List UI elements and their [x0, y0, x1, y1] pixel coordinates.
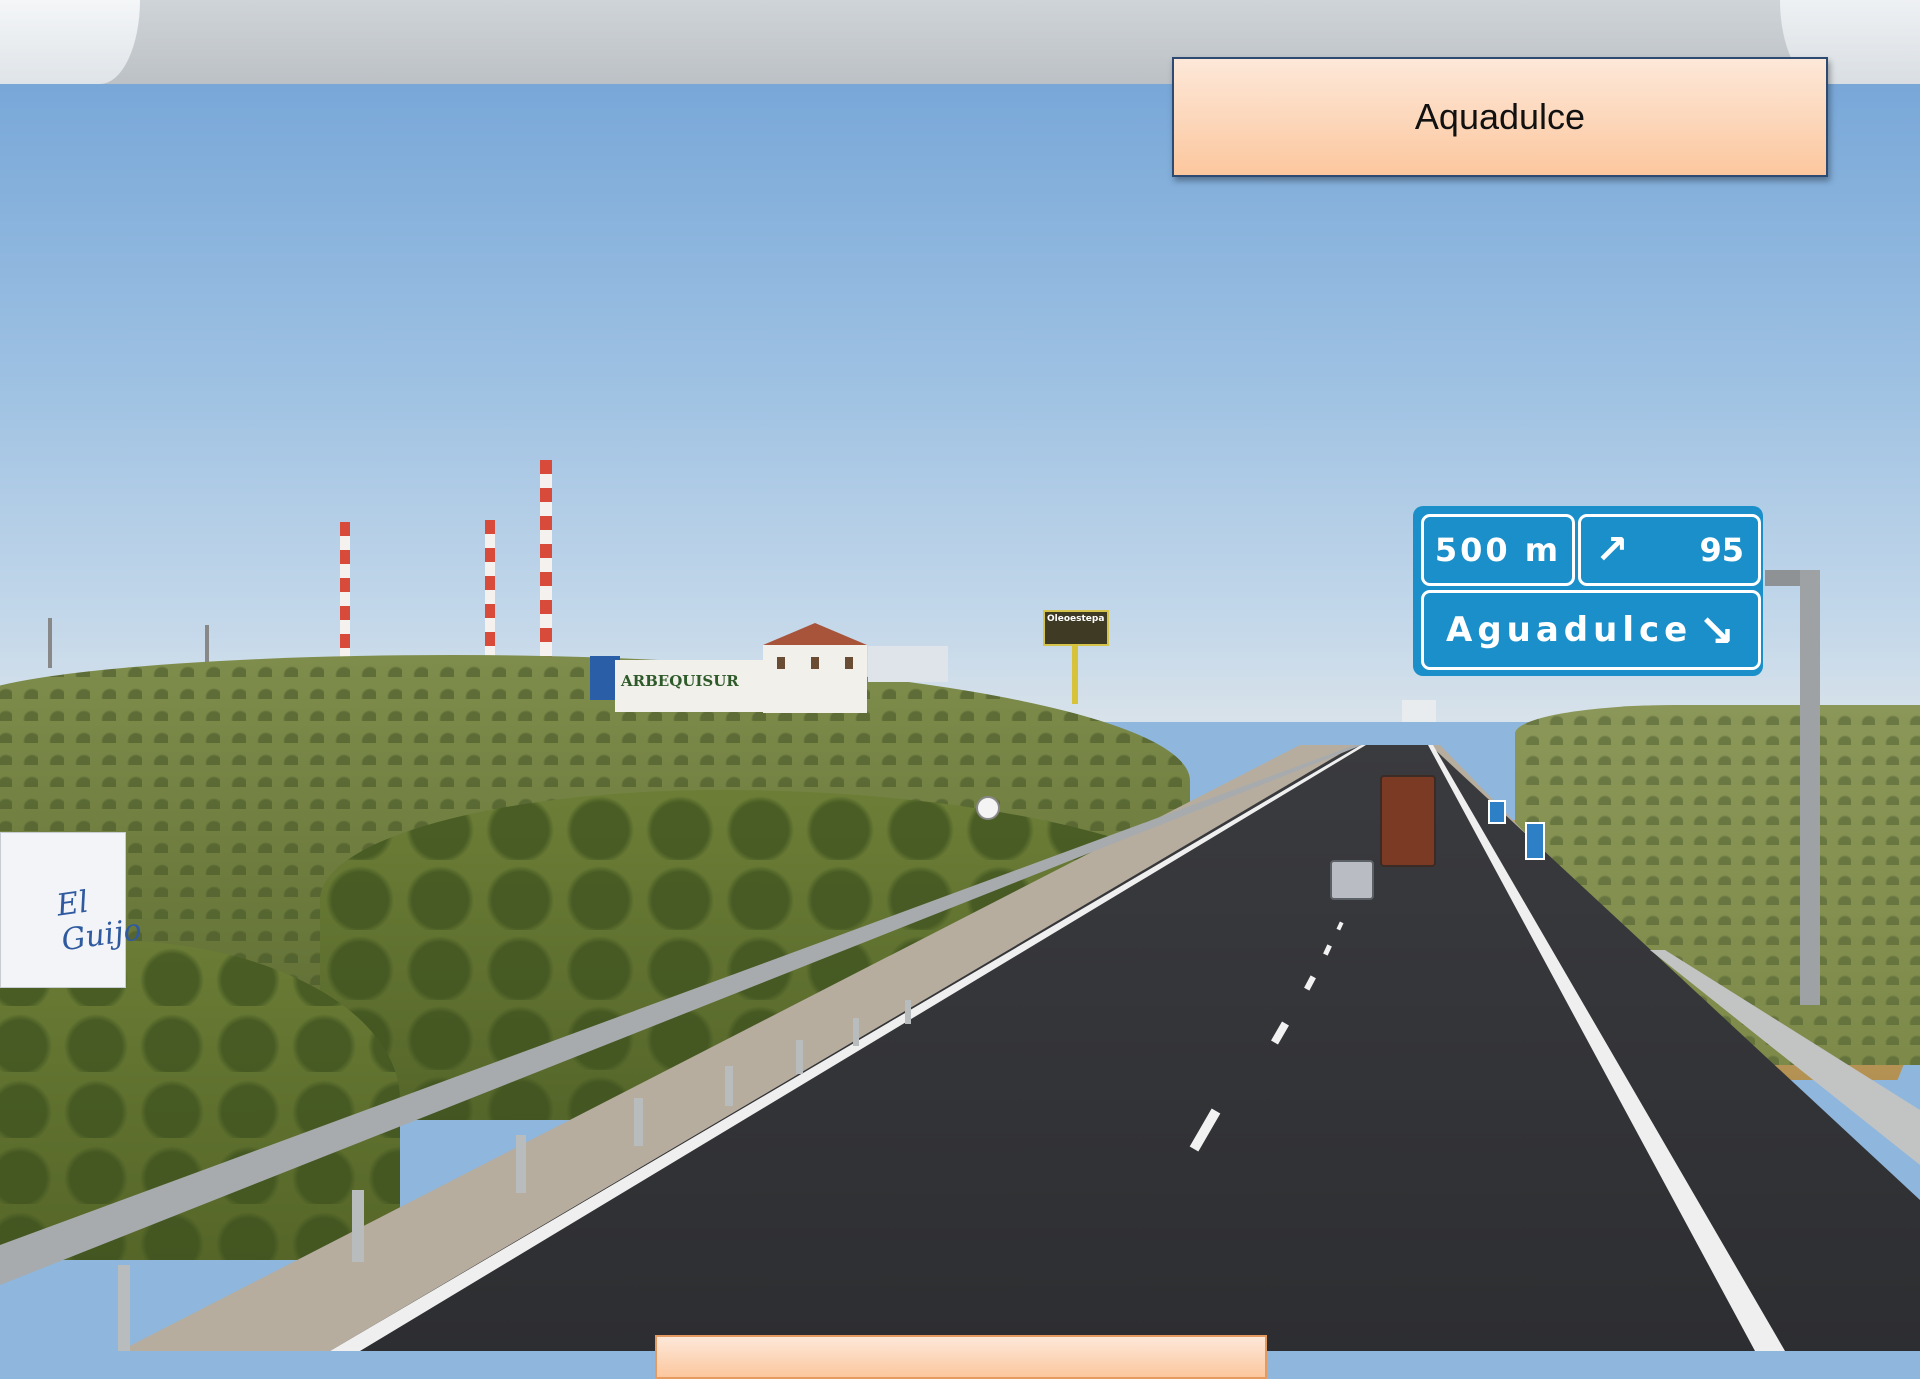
building-sign: ARBEQUISUR	[621, 672, 739, 690]
highway-exit-sign: 500 m ↗ 95 Aguadulce ↘	[1413, 506, 1763, 676]
arrow-down-right-icon: ↘	[1698, 606, 1740, 657]
exit-number-panel: ↗ 95	[1578, 514, 1761, 586]
caption-label: Aquadulce	[1414, 96, 1586, 137]
sign-pole	[1800, 570, 1820, 1005]
truck-brand: El Guijo	[54, 884, 144, 959]
exit-destination-panel: Aguadulce ↘	[1421, 590, 1761, 670]
exit-ramp-icon: ↗	[1595, 527, 1629, 573]
exit-destination: Aguadulce	[1446, 610, 1693, 650]
factory-building: ARBEQUISUR	[615, 660, 765, 712]
exit-distance: 500 m	[1421, 514, 1575, 586]
white-truck: El Guijo	[0, 832, 144, 988]
roadside-sign	[1525, 822, 1545, 860]
car-transporter-truck	[1380, 775, 1436, 867]
silver-car	[1330, 860, 1374, 900]
warehouse	[868, 646, 948, 682]
radio-tower	[540, 460, 552, 660]
distant-sign	[1402, 700, 1436, 722]
exit-number: 95	[1699, 531, 1744, 569]
billboard: Oleoestepa	[1043, 610, 1109, 646]
highway-scene: ARBEQUISUR Oleoestepa El Guijo 500 m ↗ 9…	[0, 0, 1920, 1351]
farmhouse	[763, 645, 867, 713]
caption-box: Aquadulce	[1172, 57, 1828, 177]
round-sign	[976, 796, 1000, 820]
radio-tower	[485, 520, 495, 660]
caption-box-bottom	[655, 1335, 1267, 1379]
roadside-sign	[1488, 800, 1506, 824]
radio-tower	[340, 522, 350, 660]
